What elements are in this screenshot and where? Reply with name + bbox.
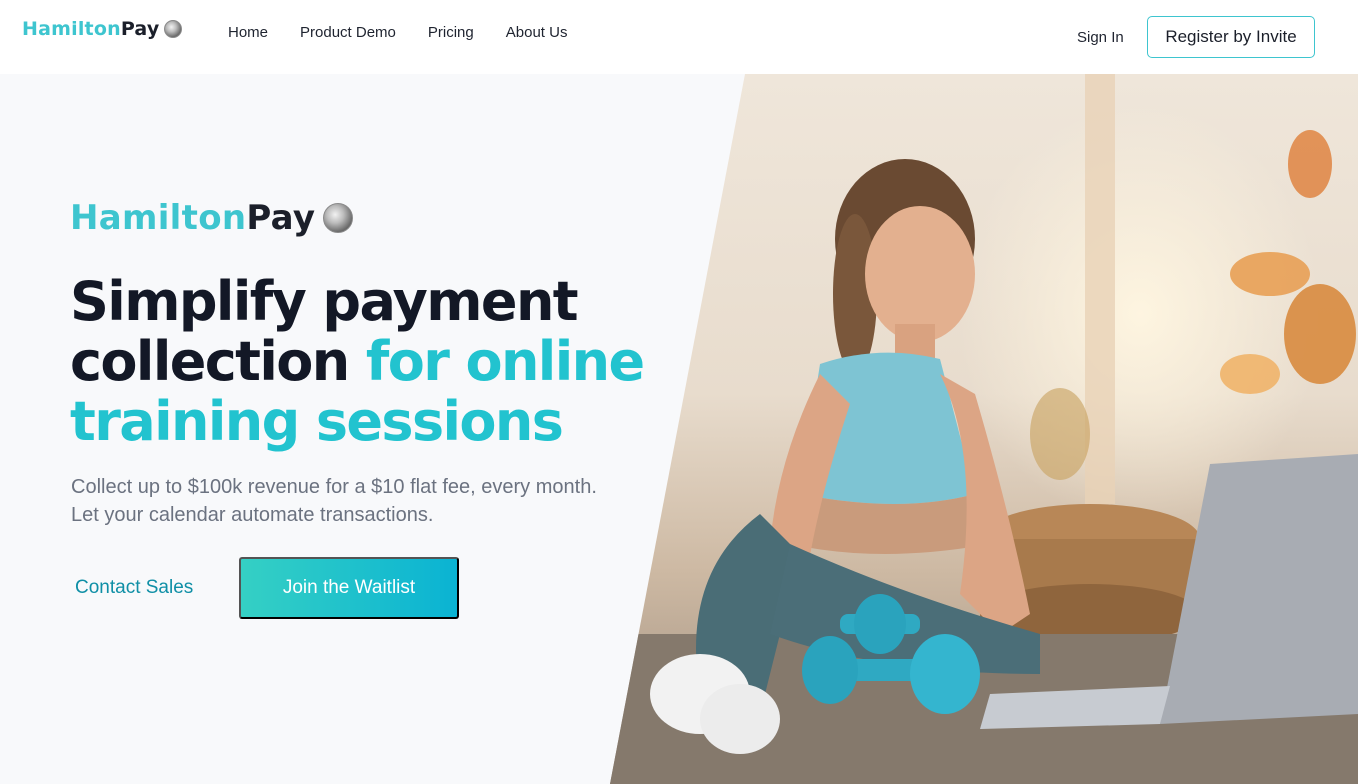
hero-brand-logo: Hamilton Pay xyxy=(70,198,354,238)
hero-logo-part1: Hamilton xyxy=(70,198,247,238)
main-nav: Home Product Demo Pricing About Us xyxy=(228,24,567,41)
nav-link-about-us[interactable]: About Us xyxy=(506,24,568,41)
headline-line2a: collection xyxy=(70,330,366,393)
hero-subtext: Collect up to $100k revenue for a $10 fl… xyxy=(71,473,651,529)
brand-logo-part2: Pay xyxy=(120,18,160,40)
coin-icon xyxy=(323,203,354,233)
join-waitlist-button[interactable]: Join the Waitlist xyxy=(239,557,459,619)
headline-line3: training sessions xyxy=(70,390,564,453)
nav-link-product-demo[interactable]: Product Demo xyxy=(300,24,396,41)
register-by-invite-button[interactable]: Register by Invite xyxy=(1147,16,1315,58)
contact-sales-link[interactable]: Contact Sales xyxy=(75,577,193,599)
brand-logo-part1: Hamilton xyxy=(22,18,121,40)
subtext-line1: Collect up to $100k revenue for a $10 fl… xyxy=(71,476,597,498)
subtext-line2: Let your calendar automate transactions. xyxy=(71,504,434,526)
hero-headline: Simplify payment collection for online t… xyxy=(70,272,670,452)
nav-link-home[interactable]: Home xyxy=(228,24,268,41)
nav-link-pricing[interactable]: Pricing xyxy=(428,24,474,41)
headline-line1: Simplify payment xyxy=(70,270,579,333)
top-navbar: Hamilton Pay Home Product Demo Pricing Ab… xyxy=(0,0,1358,74)
coin-icon xyxy=(164,20,183,38)
sign-in-link[interactable]: Sign In xyxy=(1077,29,1124,46)
brand-logo[interactable]: Hamilton Pay xyxy=(22,18,183,40)
hero-logo-part2: Pay xyxy=(246,198,316,238)
plant-illustration xyxy=(1030,130,1356,480)
headline-line2b: for online xyxy=(365,330,645,393)
